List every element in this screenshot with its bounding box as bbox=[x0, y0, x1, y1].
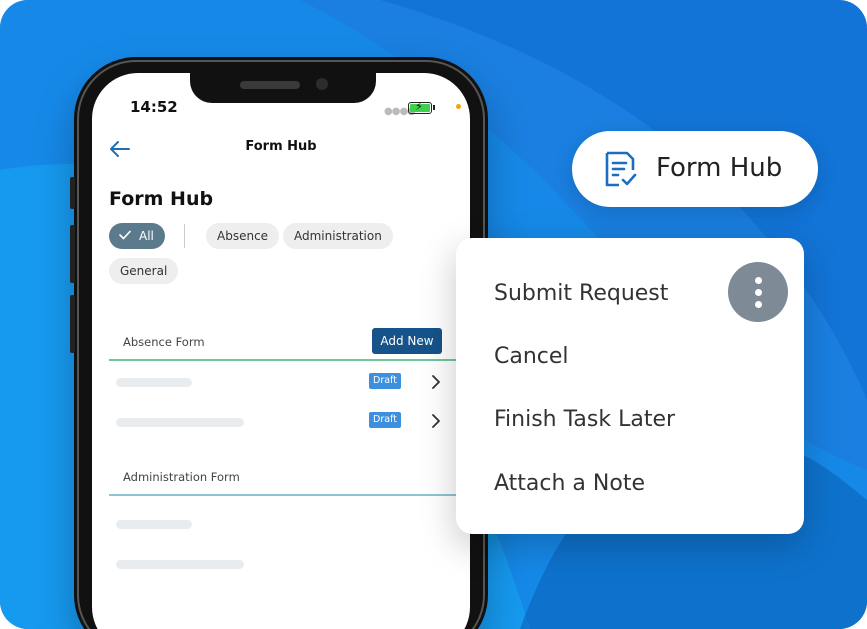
more-vertical-icon[interactable] bbox=[728, 262, 788, 322]
add-new-button[interactable]: Add New bbox=[372, 328, 442, 354]
phone-notch bbox=[190, 73, 376, 103]
speaker-grille bbox=[240, 81, 300, 89]
form-hub-label: Form Hub bbox=[656, 153, 783, 183]
filter-chip-absence[interactable]: Absence bbox=[206, 223, 280, 249]
nav-title: Form Hub bbox=[245, 139, 317, 154]
menu-item-cancel[interactable]: Cancel bbox=[494, 344, 569, 369]
filter-chip-all[interactable]: All bbox=[109, 223, 165, 249]
section-divider bbox=[109, 494, 470, 496]
filter-chip-general[interactable]: General bbox=[109, 258, 179, 284]
promo-stage: 14:52 ●●●● ⚡ Form Hub Form Hub All Absen… bbox=[0, 0, 867, 629]
menu-item-finish-task-later[interactable]: Finish Task Later bbox=[494, 407, 675, 432]
battery-cap bbox=[433, 105, 435, 110]
battery-charging-icon: ⚡ bbox=[408, 100, 432, 114]
action-menu: Submit Request Cancel Finish Task Later … bbox=[456, 238, 804, 534]
section-label-absence: Absence Form bbox=[123, 335, 205, 349]
form-check-icon bbox=[605, 151, 637, 187]
chevron-right-icon[interactable] bbox=[431, 414, 441, 428]
section-label-administration: Administration Form bbox=[123, 470, 240, 484]
draft-badge: Draft bbox=[369, 373, 401, 389]
filter-chip-label: Administration bbox=[294, 229, 382, 243]
filter-chip-label: General bbox=[120, 264, 168, 278]
filter-chip-label: Absence bbox=[217, 229, 269, 243]
phone-side-button bbox=[70, 225, 75, 283]
menu-item-attach-note[interactable]: Attach a Note bbox=[494, 471, 645, 496]
skeleton-line bbox=[116, 378, 192, 387]
checkmark-icon bbox=[119, 230, 131, 240]
form-hub-pill: Form Hub bbox=[572, 131, 818, 207]
indicator-dot bbox=[456, 104, 461, 109]
section-divider bbox=[109, 359, 470, 361]
filter-divider bbox=[184, 224, 185, 248]
phone-screen: 14:52 ●●●● ⚡ Form Hub Form Hub All Absen… bbox=[92, 73, 470, 629]
skeleton-line bbox=[116, 418, 244, 427]
skeleton-line bbox=[116, 560, 244, 569]
chevron-right-icon[interactable] bbox=[431, 375, 441, 389]
phone-side-button bbox=[70, 295, 75, 353]
draft-badge: Draft bbox=[369, 412, 401, 428]
menu-item-submit-request[interactable]: Submit Request bbox=[494, 281, 668, 306]
page-title: Form Hub bbox=[109, 188, 214, 210]
filter-chip-label: All bbox=[139, 229, 154, 243]
phone-mockup: 14:52 ●●●● ⚡ Form Hub Form Hub All Absen… bbox=[70, 57, 488, 629]
skeleton-line bbox=[116, 520, 192, 529]
status-time: 14:52 bbox=[130, 98, 178, 116]
phone-side-button bbox=[70, 177, 75, 209]
front-camera bbox=[316, 78, 328, 90]
filter-chip-administration[interactable]: Administration bbox=[283, 223, 393, 249]
